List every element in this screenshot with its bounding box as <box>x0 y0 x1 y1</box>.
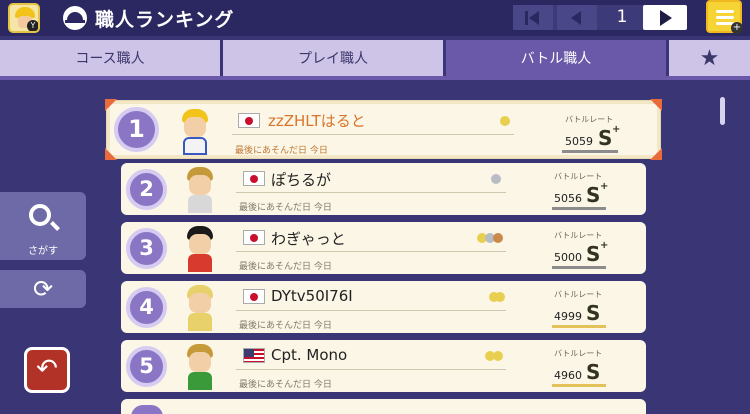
refresh-button[interactable]: ⟳ <box>0 270 86 308</box>
menu-button[interactable]: + <box>706 0 743 34</box>
maker-helmet-icon <box>63 6 87 30</box>
flag-icon <box>238 113 260 128</box>
rank-badge: 3 <box>126 228 167 269</box>
player-avatar <box>183 285 217 331</box>
battle-rate: 4999 <box>554 310 582 323</box>
battle-rate: 5056 <box>554 192 582 205</box>
scrollbar[interactable] <box>720 97 725 125</box>
prev-page-button[interactable] <box>557 5 597 30</box>
rate-underline <box>552 384 606 387</box>
ranking-row[interactable] <box>121 399 646 414</box>
ranking-row[interactable]: 1 zzZHLTはると 最後にあそんだ日 今日 バトルレート 5059 S + <box>105 99 662 160</box>
pagination: 1 <box>513 5 687 30</box>
player-name: わぎゃっと <box>271 230 346 248</box>
player-avatar <box>178 109 212 155</box>
user-avatar[interactable]: Y <box>8 3 40 33</box>
ranking-row[interactable]: 4 DYtv50I76I 最後にあそんだ日 今日 バトルレート 4999 S <box>121 281 646 333</box>
battle-rate: 5059 <box>565 135 593 148</box>
rate-label: バトルレート <box>565 115 614 124</box>
rate-underline <box>552 266 606 269</box>
medal-icon <box>500 116 510 126</box>
page-title: 職人ランキング <box>95 9 235 31</box>
star-icon: ★ <box>699 46 720 71</box>
player-name: DYtv50I76I <box>271 287 353 305</box>
rank-badge: 4 <box>126 287 167 328</box>
medal-icon <box>493 351 503 361</box>
arrow-right-icon <box>660 10 672 26</box>
flag-icon <box>243 230 265 245</box>
rank-badge: 1 <box>114 107 159 152</box>
player-name: ぽちるが <box>271 171 332 189</box>
tab-favorites[interactable]: ★ <box>669 40 750 78</box>
rank-badge <box>131 405 163 414</box>
arrow-left-icon <box>571 11 581 25</box>
refresh-icon: ⟳ <box>32 275 54 303</box>
ranking-row[interactable]: 5 Cpt. Mono 最後にあそんだ日 今日 バトルレート 4960 S <box>121 340 646 392</box>
ranking-row[interactable]: 3 わぎゃっと 最後にあそんだ日 今日 バトルレート 5000 S + <box>121 222 646 274</box>
tab-bar: コース職人 プレイ職人 バトル職人 ★ <box>0 40 750 78</box>
plus-button-icon: + <box>731 22 743 34</box>
medal-icon <box>491 174 501 184</box>
search-button[interactable]: さがす <box>0 192 86 260</box>
search-icon <box>29 204 51 226</box>
flag-icon <box>243 348 265 363</box>
back-button[interactable]: ↶ <box>24 347 70 393</box>
last-played: 最後にあそんだ日 今日 <box>235 146 328 156</box>
page-number: 1 <box>616 7 628 27</box>
skip-back-icon <box>529 11 539 25</box>
player-name: zzZHLTはると <box>268 112 366 130</box>
tab-battle-maker[interactable]: バトル職人 <box>446 40 666 78</box>
rate-label: バトルレート <box>554 231 603 240</box>
rate-label: バトルレート <box>554 172 603 181</box>
search-label: さがす <box>28 246 58 257</box>
rank-grade: S <box>598 126 613 150</box>
grade-plus: + <box>612 124 621 135</box>
battle-rate: 5000 <box>554 251 582 264</box>
next-page-button[interactable] <box>643 5 687 30</box>
first-page-button[interactable] <box>513 5 553 30</box>
medal-icon <box>495 292 505 302</box>
rate-underline <box>552 207 606 210</box>
medal-icon <box>493 233 503 243</box>
tab-underline <box>0 76 750 80</box>
battle-rate: 4960 <box>554 369 582 382</box>
grade-plus: + <box>600 181 609 192</box>
top-bar: Y 職人ランキング 1 + <box>0 0 750 36</box>
rank-grade: S <box>586 183 601 207</box>
player-avatar <box>183 344 217 390</box>
flag-icon <box>243 171 265 186</box>
rate-label: バトルレート <box>554 290 603 299</box>
tab-play-maker[interactable]: プレイ職人 <box>223 40 443 78</box>
ranking-row[interactable]: 2 ぽちるが 最後にあそんだ日 今日 バトルレート 5056 S + <box>121 163 646 215</box>
last-played: 最後にあそんだ日 今日 <box>239 262 332 272</box>
rate-label: バトルレート <box>554 349 603 358</box>
rate-underline <box>562 150 618 153</box>
last-played: 最後にあそんだ日 今日 <box>239 203 332 213</box>
grade-plus: + <box>600 240 609 251</box>
flag-icon <box>243 289 265 304</box>
menu-icon <box>716 10 734 13</box>
player-avatar <box>183 226 217 272</box>
player-name: Cpt. Mono <box>271 346 348 364</box>
rank-grade: S <box>586 360 601 384</box>
rate-underline <box>552 325 606 328</box>
y-button-icon: Y <box>27 20 38 31</box>
rank-grade: S <box>586 242 601 266</box>
last-played: 最後にあそんだ日 今日 <box>239 380 332 390</box>
rank-badge: 5 <box>126 346 167 387</box>
rank-badge: 2 <box>126 169 167 210</box>
player-avatar <box>183 167 217 213</box>
rank-grade: S <box>586 301 601 325</box>
return-arrow-icon: ↶ <box>36 354 58 384</box>
tab-course-maker[interactable]: コース職人 <box>0 40 220 78</box>
last-played: 最後にあそんだ日 今日 <box>239 321 332 331</box>
